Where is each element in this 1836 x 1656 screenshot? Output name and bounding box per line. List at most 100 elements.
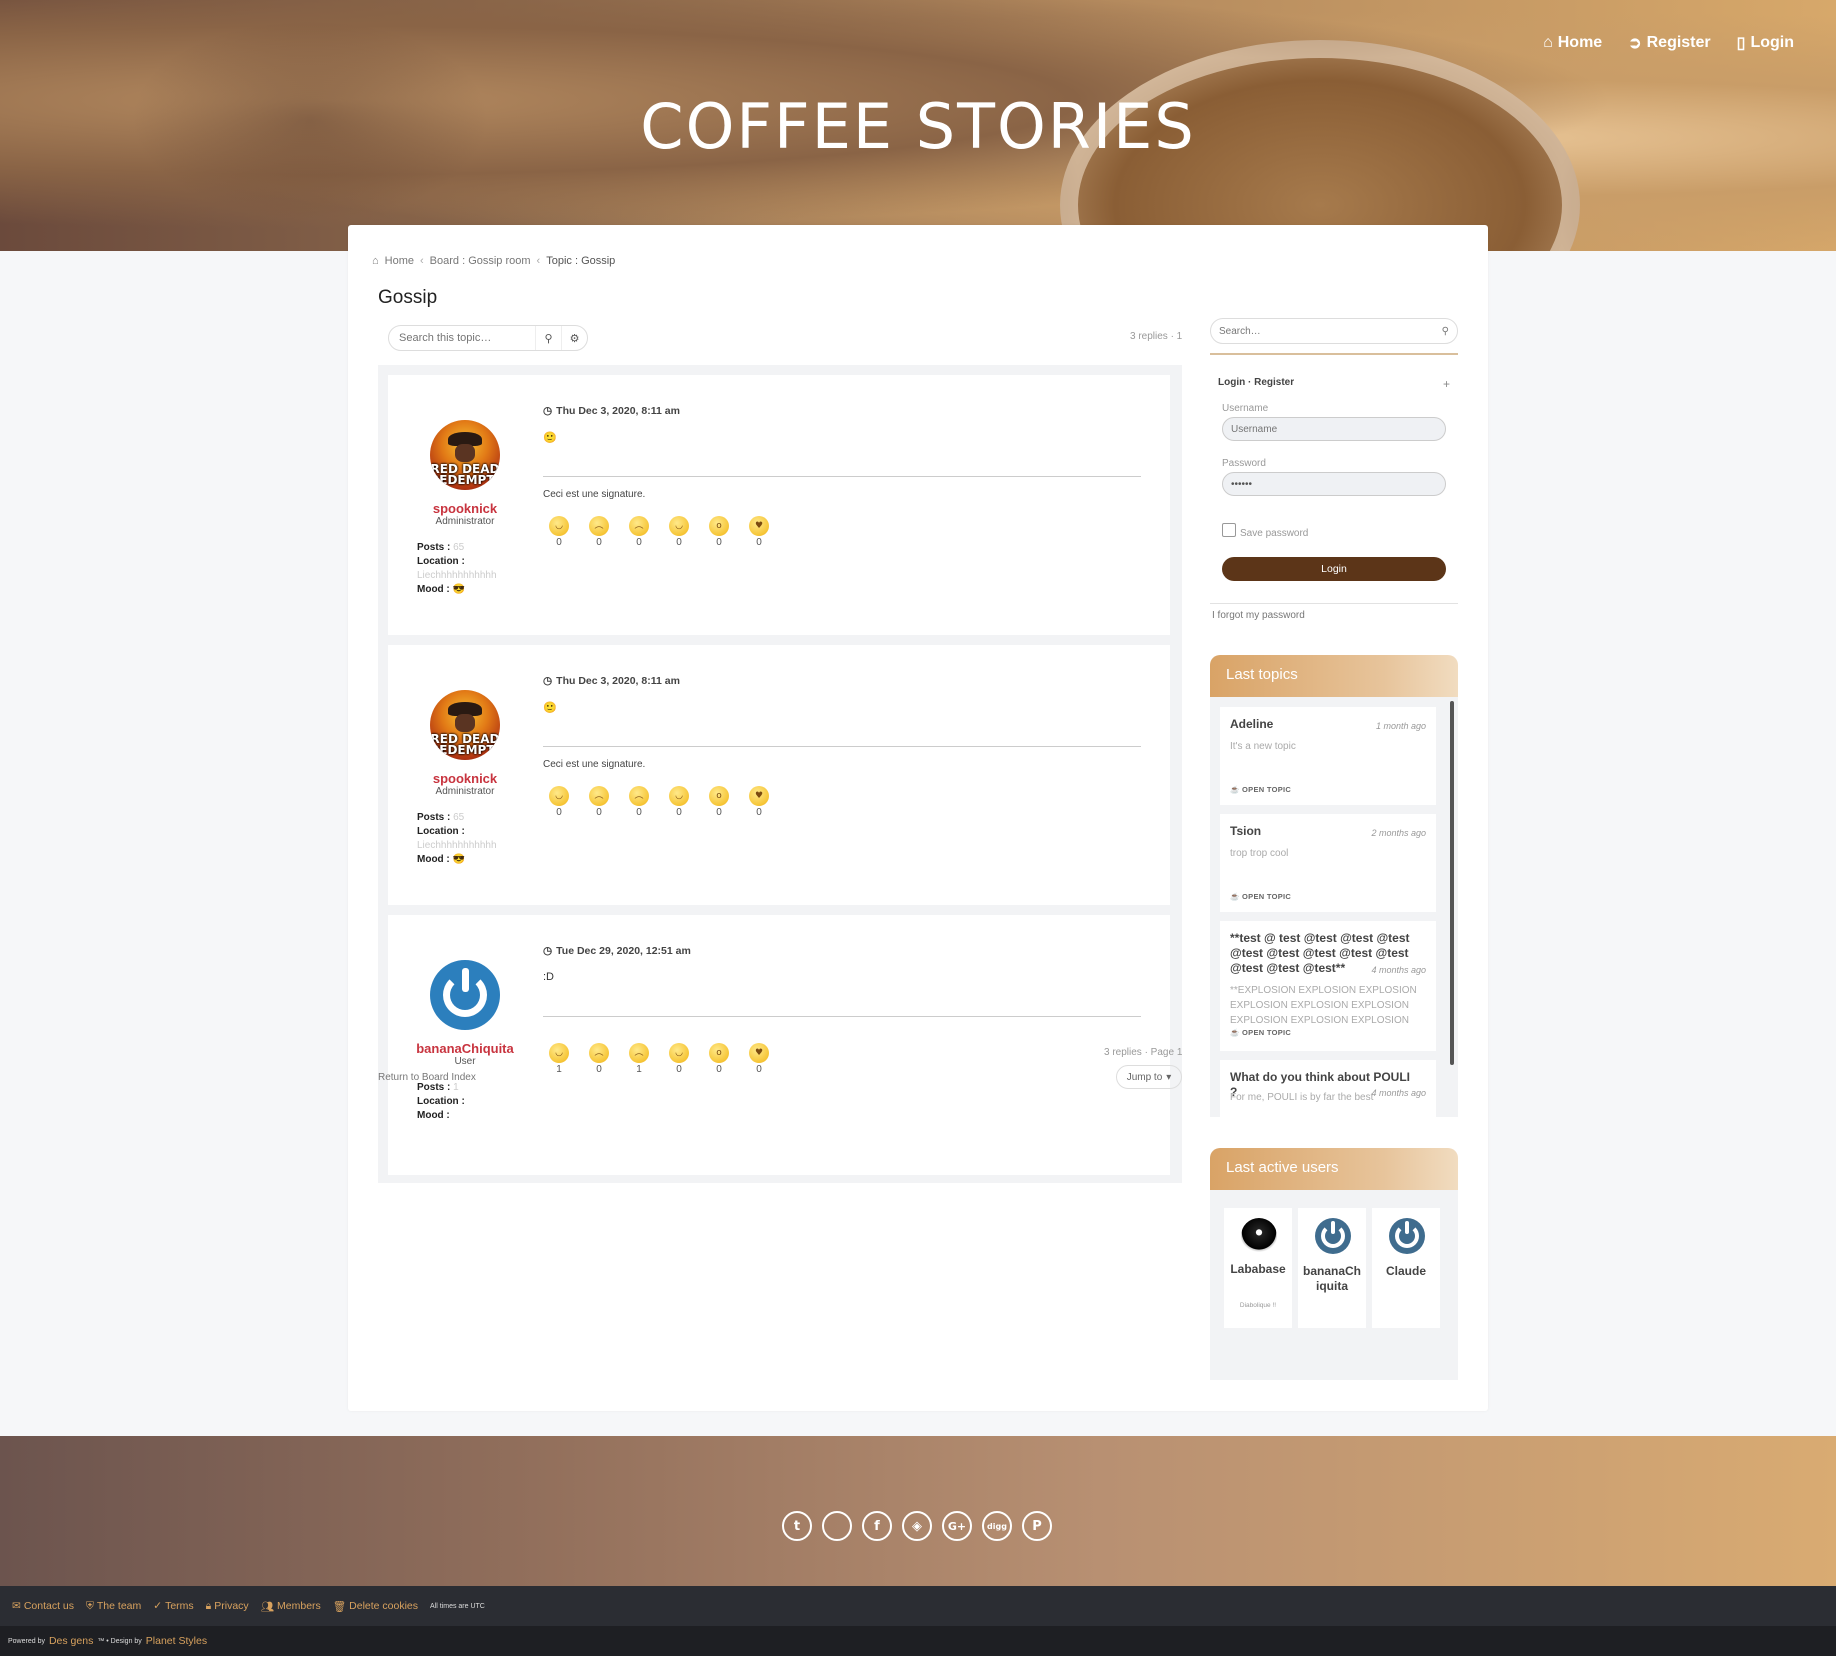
sidebar-search-input[interactable]: Search… — [1219, 326, 1261, 337]
gear-icon[interactable]: ⚙ — [561, 326, 587, 350]
reaction-smile[interactable]: ◡ 1 — [548, 1043, 570, 1075]
breadcrumb-topic[interactable]: Topic : Gossip — [546, 255, 615, 267]
reaction-laugh[interactable]: ◡ 0 — [668, 516, 690, 548]
post-username[interactable]: spooknick — [388, 771, 542, 786]
footer-link-team[interactable]: ⛨ The team — [86, 1600, 141, 1613]
post-username[interactable]: bananaChiquita — [388, 1041, 542, 1056]
topic-card[interactable]: Adeline 1 month ago It's a new topic ☕ O… — [1220, 707, 1436, 805]
nav-home-link[interactable]: ⌂ Home — [1543, 33, 1602, 53]
jump-to-button[interactable]: Jump to ▾ — [1116, 1065, 1182, 1089]
user-name[interactable]: Lababase — [1228, 1262, 1288, 1277]
reaction-wow[interactable]: o0 — [708, 516, 730, 548]
twitter-icon[interactable]: t — [782, 1511, 812, 1541]
topic-card[interactable]: **test @ test @test @test @test @test @t… — [1220, 921, 1436, 1051]
reaction-sad[interactable]: ︵ 0 — [588, 786, 610, 818]
avatar[interactable]: RED DEAD REDEMPTION — [430, 690, 500, 760]
search-icon[interactable]: ⚲ — [1442, 326, 1449, 337]
footer-link-terms[interactable]: ✓ Terms — [153, 1600, 193, 1612]
user-name[interactable]: bananaChiquita — [1302, 1264, 1362, 1294]
topic-card[interactable]: What do you think about POULI ? 4 months… — [1220, 1060, 1436, 1117]
design-by-link[interactable]: Planet Styles — [146, 1635, 207, 1647]
search-icon[interactable]: ⚲ — [535, 326, 561, 350]
powered-by-link[interactable]: Des gens — [49, 1635, 93, 1647]
cry-emoji-icon: ︵ — [629, 516, 649, 536]
envelope-icon: ✉ — [12, 1600, 21, 1612]
reaction-love[interactable]: ♥ 0 — [748, 1043, 770, 1075]
user-mood: Diabolique !! — [1239, 1302, 1277, 1309]
user-card[interactable]: bananaChiquita — [1298, 1208, 1366, 1328]
topic-age: 2 months ago — [1371, 828, 1426, 838]
expand-icon[interactable]: + — [1443, 377, 1450, 391]
user-card[interactable]: Lababase Diabolique !! — [1224, 1208, 1292, 1328]
reaction-cry[interactable]: ︵ 1 — [628, 1043, 650, 1075]
login-header[interactable]: Login · Register — [1218, 377, 1294, 388]
powered-by-label: Powered by — [8, 1637, 45, 1645]
forgot-password-link[interactable]: I forgot my password — [1212, 610, 1305, 621]
user-card[interactable]: Claude — [1372, 1208, 1440, 1328]
posts-list: RED DEAD REDEMPTION spooknick Administra… — [378, 365, 1182, 1183]
post-username[interactable]: spooknick — [388, 501, 542, 516]
check-icon: ✓ — [153, 1600, 163, 1612]
divider — [1210, 353, 1458, 355]
last-topics-list: Adeline 1 month ago It's a new topic ☕ O… — [1210, 697, 1458, 1117]
codepen-icon[interactable]: ◈ — [902, 1511, 932, 1541]
post-profile-fields: Posts : 65 Location : Liechhhhhhhhhhh Mo… — [417, 812, 497, 865]
reaction-cry[interactable]: ︵ 0 — [628, 516, 650, 548]
reaction-laugh[interactable]: ◡ 0 — [668, 1043, 690, 1075]
login-button[interactable]: Login — [1222, 557, 1446, 581]
user-name[interactable]: Claude — [1376, 1264, 1436, 1279]
footer-link-members[interactable]: 👥︎ Members — [261, 1600, 321, 1613]
password-field[interactable] — [1222, 472, 1446, 496]
nav-login-link[interactable]: ▯ Login — [1737, 33, 1794, 53]
username-field[interactable] — [1222, 417, 1446, 441]
clock-icon: ◷ — [543, 405, 553, 417]
reaction-sad[interactable]: ︵ 0 — [588, 1043, 610, 1075]
breadcrumb-home[interactable]: Home — [385, 255, 414, 267]
reaction-love[interactable]: ♥ 0 — [748, 516, 770, 548]
login-box: Login · Register + Username Password Sav… — [1210, 365, 1458, 581]
sad-emoji-icon: ︵ — [589, 516, 609, 536]
footer-link-delete-cookies[interactable]: 🗑︎ Delete cookies — [333, 1600, 418, 1613]
reaction-cry[interactable]: ︵ 0 — [628, 786, 650, 818]
reaction-love[interactable]: ♥ 0 — [748, 786, 770, 818]
scrollbar[interactable] — [1450, 701, 1454, 1065]
reaction-laugh[interactable]: ◡ 0 — [668, 786, 690, 818]
reaction-sad[interactable]: ︵ 0 — [588, 516, 610, 548]
design-by-label: ™ • Design by — [97, 1637, 142, 1645]
sidebar-search-box[interactable]: Search… ⚲ — [1210, 318, 1458, 344]
save-password-checkbox[interactable] — [1222, 523, 1236, 537]
topic-search-box: ⚲ ⚙ — [388, 325, 588, 351]
avatar[interactable] — [430, 960, 500, 1030]
breadcrumb-board[interactable]: Board : Gossip room — [430, 255, 531, 267]
return-to-index-link[interactable]: Return to Board Index — [378, 1072, 476, 1083]
sad-emoji-icon: ︵ — [589, 786, 609, 806]
post-content: 🙂 — [543, 432, 557, 444]
cup-icon: ☕ — [1230, 1028, 1240, 1037]
reaction-smile[interactable]: ◡ 0 — [548, 786, 570, 818]
open-topic-link[interactable]: ☕ OPEN TOPIC — [1230, 785, 1291, 794]
apple-icon[interactable] — [822, 1511, 852, 1541]
reactions-bar: ◡ 1 ︵ 0 ︵ 1 ◡ 0 o0 ♥ 0 — [548, 1043, 770, 1075]
google-plus-icon[interactable]: G+ — [942, 1511, 972, 1541]
password-label: Password — [1222, 458, 1266, 469]
nav-register-link[interactable]: ➲ Register — [1628, 33, 1710, 53]
reaction-smile[interactable]: ◡ 0 — [548, 516, 570, 548]
open-topic-link[interactable]: ☕ OPEN TOPIC — [1230, 1028, 1291, 1037]
topic-search-input[interactable] — [389, 332, 535, 344]
footer-link-contact[interactable]: ✉ Contact us — [12, 1600, 74, 1612]
digg-icon[interactable]: digg — [982, 1511, 1012, 1541]
page-title: Gossip — [378, 287, 438, 308]
sad-emoji-icon: ︵ — [589, 1043, 609, 1063]
love-emoji-icon: ♥ — [749, 516, 769, 536]
clock-icon: ◷ — [543, 675, 553, 687]
topic-card[interactable]: Tsion 2 months ago trop trop cool ☕ OPEN… — [1220, 814, 1436, 912]
reaction-wow[interactable]: o0 — [708, 786, 730, 818]
facebook-icon[interactable]: f — [862, 1511, 892, 1541]
open-topic-link[interactable]: ☕ OPEN TOPIC — [1230, 892, 1291, 901]
wow-emoji-icon: o — [709, 516, 729, 536]
timezone-note: All times are UTC — [430, 1602, 485, 1610]
reaction-wow[interactable]: o0 — [708, 1043, 730, 1075]
footer-link-privacy[interactable]: 🔒︎ Privacy — [206, 1600, 249, 1613]
avatar[interactable]: RED DEAD REDEMPTION — [430, 420, 500, 490]
pinterest-icon[interactable]: P — [1022, 1511, 1052, 1541]
